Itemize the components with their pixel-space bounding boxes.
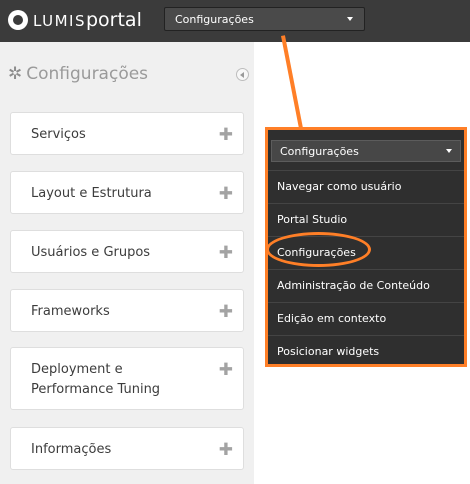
sidebar-item-label: Layout e Estrutura <box>31 186 152 201</box>
chevron-down-icon <box>446 149 452 153</box>
logo-lumis-text: LUMIS <box>33 12 86 30</box>
annotation-connector-line <box>281 35 304 132</box>
plus-icon[interactable]: ✚ <box>219 360 233 380</box>
top-bar: LUMIS portal Configurações <box>0 0 470 42</box>
sidebar-item-informacoes[interactable]: Informações ✚ <box>10 427 244 470</box>
sidebar-title: Configurações <box>26 64 149 84</box>
plus-icon[interactable]: ✚ <box>219 302 233 322</box>
menu-item-portal-studio[interactable]: Portal Studio <box>268 203 464 236</box>
sidebar-item-label: Deployment e Performance Tuning <box>31 362 161 397</box>
sidebar-item-frameworks[interactable]: Frameworks ✚ <box>10 289 244 332</box>
mode-dropdown-selected: Configurações <box>280 145 359 158</box>
menu-item-navegar-como-usuario[interactable]: Navegar como usuário <box>268 170 464 203</box>
sidebar-item-servicos[interactable]: Serviços ✚ <box>10 112 244 155</box>
sidebar-item-label: Informações <box>31 442 112 457</box>
collapse-left-icon[interactable] <box>236 68 249 81</box>
menu-item-edicao-em-contexto[interactable]: Edição em contexto <box>268 302 464 335</box>
sidebar-item-deployment-e-performance-tuning[interactable]: Deployment e Performance Tuning ✚ <box>10 347 244 410</box>
plus-icon[interactable]: ✚ <box>219 440 233 460</box>
plus-icon[interactable]: ✚ <box>219 184 233 204</box>
plus-icon[interactable]: ✚ <box>219 243 233 263</box>
sidebar-header: ✲ Configurações <box>8 62 148 86</box>
sidebar-item-label: Usuários e Grupos <box>31 245 151 260</box>
sidebar-item-label: Frameworks <box>31 304 110 319</box>
lumis-logo-icon <box>8 10 28 30</box>
mode-dropdown-select[interactable]: Configurações <box>271 140 461 162</box>
menu-item-administracao-de-conteudo[interactable]: Administração de Conteúdo <box>268 269 464 302</box>
wrench-tools-icon: ✲ <box>8 64 23 84</box>
logo-wordmark: LUMIS portal <box>33 9 142 31</box>
logo-portal-text: portal <box>85 9 142 31</box>
sidebar-item-label: Serviços <box>31 127 86 142</box>
mode-select-value: Configurações <box>175 13 254 26</box>
menu-item-posicionar-widgets[interactable]: Posicionar widgets <box>268 335 464 368</box>
sidebar-item-usuarios-e-grupos[interactable]: Usuários e Grupos ✚ <box>10 230 244 273</box>
chevron-down-icon <box>347 17 353 21</box>
sidebar-item-layout-e-estrutura[interactable]: Layout e Estrutura ✚ <box>10 171 244 214</box>
mode-select[interactable]: Configurações <box>164 7 365 31</box>
plus-icon[interactable]: ✚ <box>219 125 233 145</box>
configuration-sidebar: ✲ Configurações Serviços ✚ Layout e Estr… <box>0 42 254 484</box>
highlight-ellipse <box>266 232 371 267</box>
lumisportal-logo[interactable]: LUMIS portal <box>8 7 142 33</box>
